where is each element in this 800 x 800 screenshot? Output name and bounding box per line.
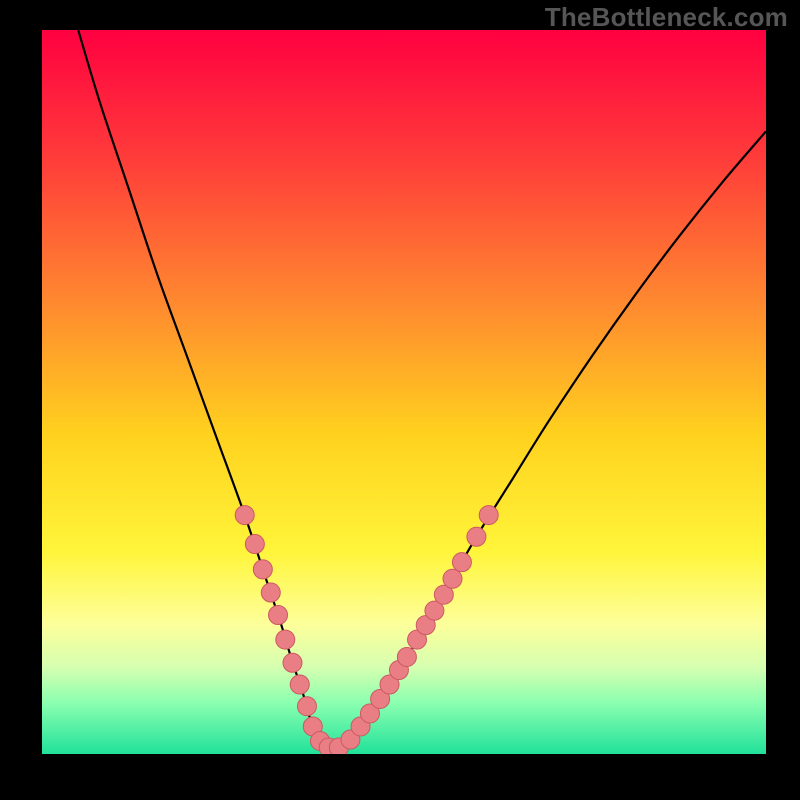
curve-point-dot [467,527,486,546]
curve-point-dot [297,697,316,716]
curve-point-dot [452,553,471,572]
watermark-text: TheBottleneck.com [545,2,788,33]
curve-point-dot [443,569,462,588]
curve-point-dot [261,583,280,602]
curve-point-dot [479,506,498,525]
bottleneck-chart [0,0,800,800]
curve-point-dot [290,675,309,694]
curve-point-dot [253,560,272,579]
chart-frame: TheBottleneck.com [0,0,800,800]
curve-point-dot [276,630,295,649]
chart-background [42,30,766,754]
curve-point-dot [245,535,264,554]
curve-point-dot [397,647,416,666]
curve-point-dot [235,506,254,525]
curve-point-dot [283,653,302,672]
curve-point-dot [269,605,288,624]
